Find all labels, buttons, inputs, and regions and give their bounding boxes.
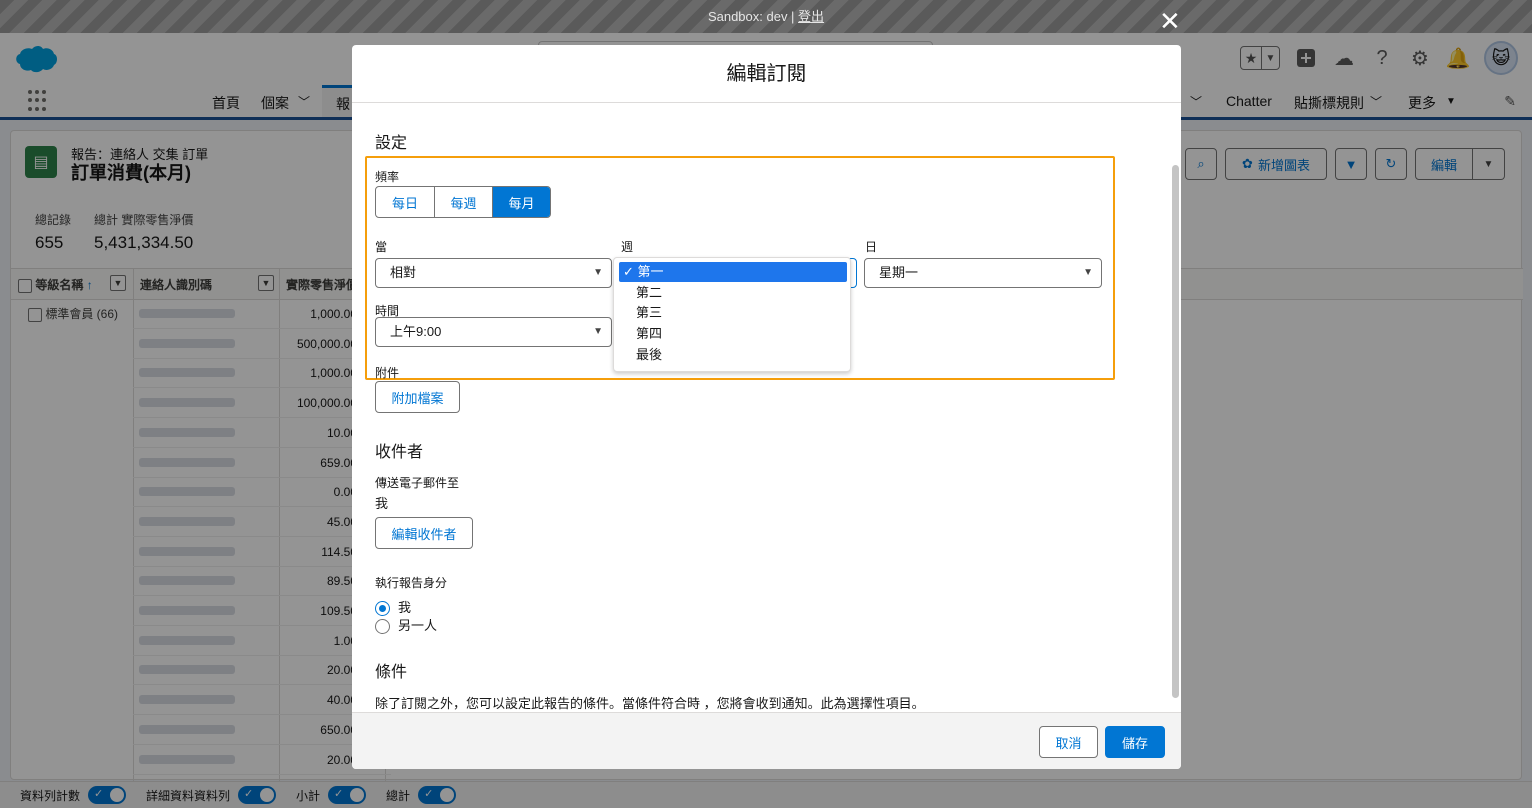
time-select[interactable]: 上午9:00 ▼ bbox=[375, 317, 612, 347]
run-as-other-option[interactable]: 另一人 bbox=[375, 615, 437, 635]
modal-title: 編輯訂閱 bbox=[352, 45, 1181, 103]
week-label: 週 bbox=[621, 240, 634, 254]
sandbox-text: Sandbox: dev | bbox=[707, 9, 799, 24]
week-option-second[interactable]: 第二 bbox=[619, 283, 847, 303]
conditions-description: 除了訂閱之外，您可以設定此報告的條件。當條件符合時 ，您將會收到通知。此為選擇性… bbox=[375, 696, 925, 711]
radio-selected[interactable] bbox=[375, 601, 390, 617]
edit-recipients-button[interactable]: 編輯收件者 bbox=[375, 517, 473, 549]
conditions-heading: 條件 bbox=[375, 664, 408, 681]
modal-body: 設定 頻率 每日 每週 每月 當 相對 ▼ 週 日 星期一 ▼ 時間 上午9:00 ▼… bbox=[352, 103, 1181, 713]
frequency-segmented-control: 每日 每週 每月 bbox=[375, 186, 551, 218]
week-dropdown-list: ✓ 第一 第二 第三 第四 最後 bbox=[613, 257, 851, 372]
freq-monthly-button[interactable]: 每月 bbox=[492, 187, 550, 217]
freq-weekly-button[interactable]: 每週 bbox=[434, 187, 492, 217]
sandbox-bar: Sandbox: dev | 登出 bbox=[0, 0, 1532, 33]
day-label: 日 bbox=[865, 240, 878, 254]
frequency-label: 頻率 bbox=[375, 170, 400, 184]
logout-link[interactable]: 登出 bbox=[798, 9, 824, 24]
chevron-down-icon: ▼ bbox=[593, 267, 603, 278]
attachment-label: 附件 bbox=[375, 366, 400, 380]
settings-heading: 設定 bbox=[375, 135, 408, 152]
send-email-to-label: 傳送電子郵件至 bbox=[375, 476, 460, 490]
freq-daily-button[interactable]: 每日 bbox=[376, 187, 434, 217]
week-option-fourth[interactable]: 第四 bbox=[619, 324, 847, 344]
close-icon[interactable]: ✕ bbox=[1159, 8, 1181, 34]
save-button[interactable]: 儲存 bbox=[1105, 726, 1165, 758]
modal-scrollbar[interactable] bbox=[1172, 165, 1179, 698]
week-option-first[interactable]: ✓ 第一 bbox=[619, 262, 847, 282]
cancel-button[interactable]: 取消 bbox=[1039, 726, 1098, 758]
recipient-value: 我 bbox=[375, 496, 389, 511]
chevron-down-icon: ▼ bbox=[593, 326, 603, 337]
attach-file-button[interactable]: 附加檔案 bbox=[375, 381, 460, 413]
chevron-down-icon: ▼ bbox=[1083, 267, 1093, 278]
run-as-label: 執行報告身分 bbox=[375, 576, 448, 590]
run-as-me-option[interactable]: 我 bbox=[375, 597, 411, 617]
day-select[interactable]: 星期一 ▼ bbox=[864, 258, 1102, 288]
when-label: 當 bbox=[375, 240, 388, 254]
edit-subscription-modal: 編輯訂閱 設定 頻率 每日 每週 每月 當 相對 ▼ 週 日 星期一 ▼ 時間 上午… bbox=[352, 45, 1181, 769]
recipients-heading: 收件者 bbox=[375, 444, 424, 461]
when-select[interactable]: 相對 ▼ bbox=[375, 258, 612, 288]
week-option-last[interactable]: 最後 bbox=[619, 345, 847, 365]
modal-footer: 取消 儲存 bbox=[352, 712, 1181, 769]
radio-unselected[interactable] bbox=[375, 619, 390, 635]
week-option-third[interactable]: 第三 bbox=[619, 303, 847, 323]
